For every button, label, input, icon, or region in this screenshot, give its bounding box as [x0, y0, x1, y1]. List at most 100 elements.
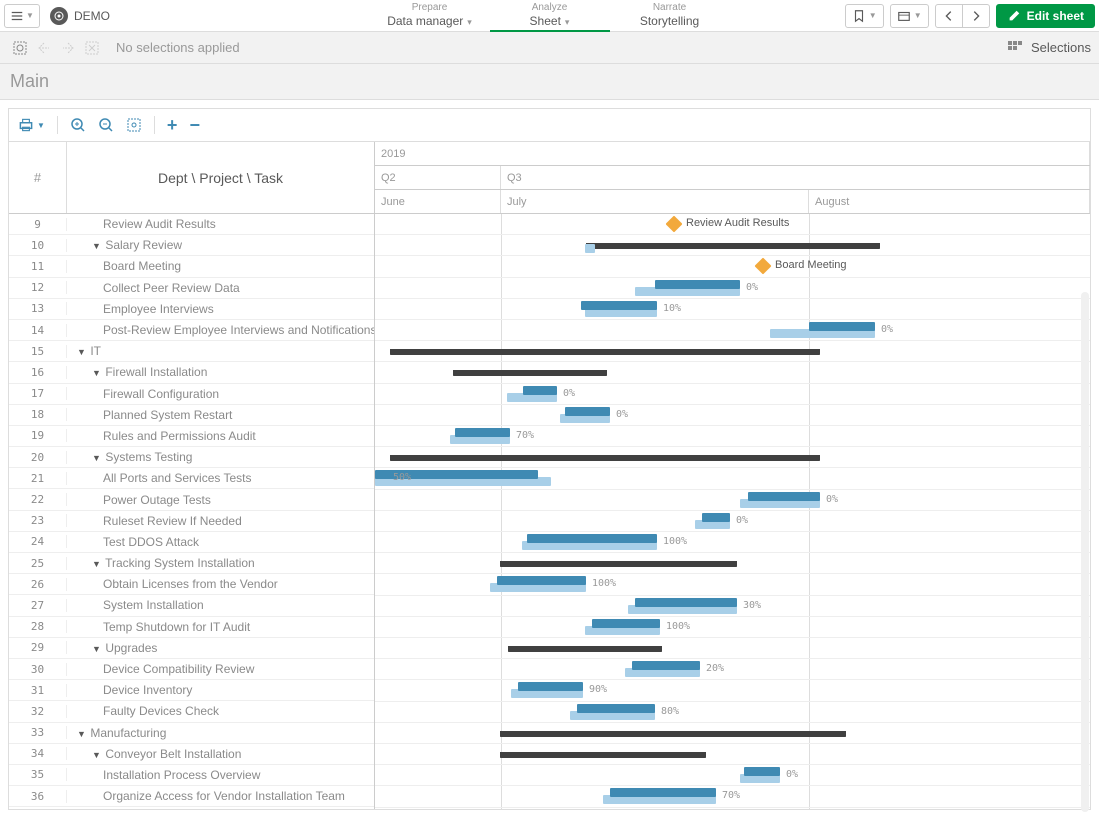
q2-header: Q2	[375, 166, 501, 189]
zoom-in-icon[interactable]	[70, 117, 86, 133]
caret-down-icon[interactable]: ▼	[92, 453, 102, 463]
gantt-chart: # Dept \ Project \ Task 9Review Audit Re…	[8, 142, 1091, 810]
table-row[interactable]: 24Test DDOS Attack	[9, 532, 374, 553]
table-row[interactable]: 27System Installation	[9, 595, 374, 616]
actual-bar[interactable]	[632, 661, 700, 670]
summary-bar[interactable]	[390, 349, 820, 355]
prev-sheet-button[interactable]	[935, 4, 963, 28]
table-row[interactable]: 17Firewall Configuration	[9, 384, 374, 405]
next-sheet-button[interactable]	[962, 4, 990, 28]
table-row[interactable]: 15▼ IT	[9, 341, 374, 362]
table-row[interactable]: 12Collect Peer Review Data	[9, 278, 374, 299]
actual-bar[interactable]	[565, 407, 610, 416]
zoom-out-icon[interactable]	[98, 117, 114, 133]
table-row[interactable]: 34▼ Conveyor Belt Installation	[9, 744, 374, 765]
table-row[interactable]: 31Device Inventory	[9, 680, 374, 701]
progress-label: 0%	[563, 388, 575, 399]
actual-bar[interactable]	[518, 682, 583, 691]
actual-bar[interactable]	[527, 534, 657, 543]
actual-bar[interactable]	[577, 704, 655, 713]
edit-sheet-button[interactable]: Edit sheet	[996, 4, 1095, 28]
caret-down-icon[interactable]: ▼	[77, 729, 87, 739]
actual-bar[interactable]	[702, 513, 730, 522]
table-row[interactable]: 18Planned System Restart	[9, 405, 374, 426]
summary-bar[interactable]	[500, 731, 846, 737]
table-row[interactable]: 14Post-Review Employee Interviews and No…	[9, 320, 374, 341]
actual-bar[interactable]	[655, 280, 740, 289]
plan-bar[interactable]	[585, 244, 595, 253]
progress-label: 10%	[663, 303, 681, 314]
table-row[interactable]: 16▼ Firewall Installation	[9, 362, 374, 383]
menu-button[interactable]: ▼	[4, 4, 40, 28]
table-row[interactable]: 13Employee Interviews	[9, 299, 374, 320]
actual-bar[interactable]	[635, 598, 737, 607]
actual-bar[interactable]	[809, 322, 875, 331]
table-row[interactable]: 21All Ports and Services Tests	[9, 468, 374, 489]
nav-narrate[interactable]: Narrate Storytelling	[610, 0, 730, 32]
right-tools: ▼ ▼ Edit sheet	[845, 4, 1095, 28]
table-row[interactable]: 36Organize Access for Vendor Installatio…	[9, 786, 374, 807]
month-june: June	[375, 190, 501, 213]
caret-down-icon[interactable]: ▼	[92, 559, 102, 569]
table-row[interactable]: 20▼ Systems Testing	[9, 447, 374, 468]
step-forward-icon[interactable]	[56, 36, 80, 60]
progress-label: 20%	[706, 663, 724, 674]
table-row[interactable]: 30Device Compatibility Review	[9, 659, 374, 680]
caret-down-icon[interactable]: ▼	[92, 644, 102, 654]
actual-bar[interactable]	[592, 619, 660, 628]
scrollbar[interactable]	[1081, 292, 1089, 812]
selections-tool[interactable]: Selections	[1007, 40, 1091, 56]
progress-label: 0%	[736, 515, 748, 526]
table-row[interactable]: 32Faulty Devices Check	[9, 701, 374, 722]
actual-bar[interactable]	[523, 386, 557, 395]
actual-bar[interactable]	[497, 576, 586, 585]
collapse-all-icon[interactable]: −	[189, 115, 200, 136]
summary-bar[interactable]	[453, 370, 607, 376]
table-row[interactable]: 19Rules and Permissions Audit	[9, 426, 374, 447]
progress-label: 0%	[881, 324, 893, 335]
summary-bar[interactable]	[390, 455, 820, 461]
month-august: August	[809, 190, 1090, 213]
table-row[interactable]: 29▼ Upgrades	[9, 638, 374, 659]
bookmark-button[interactable]: ▼	[845, 4, 884, 28]
nav-analyze[interactable]: Analyze Sheet▾	[490, 0, 610, 32]
caret-down-icon[interactable]: ▼	[92, 368, 102, 378]
actual-bar[interactable]	[610, 788, 716, 797]
progress-label: 70%	[516, 430, 534, 441]
col-num-header: #	[9, 142, 67, 213]
summary-bar[interactable]	[500, 752, 706, 758]
title-bar: Main	[0, 64, 1099, 100]
actual-bar[interactable]	[744, 767, 780, 776]
fit-icon[interactable]	[126, 117, 142, 133]
table-row[interactable]: 33▼ Manufacturing	[9, 723, 374, 744]
table-row[interactable]: 26Obtain Licenses from the Vendor	[9, 574, 374, 595]
expand-all-icon[interactable]: +	[167, 115, 178, 136]
progress-label: 100%	[592, 578, 616, 589]
summary-bar[interactable]	[508, 646, 662, 652]
smart-search-icon[interactable]	[8, 36, 32, 60]
table-row[interactable]: 23Ruleset Review If Needed	[9, 511, 374, 532]
col-name-header: Dept \ Project \ Task	[67, 142, 374, 213]
summary-bar[interactable]	[500, 561, 737, 567]
table-row[interactable]: 28Temp Shutdown for IT Audit	[9, 617, 374, 638]
step-back-icon[interactable]	[32, 36, 56, 60]
app-icon	[50, 7, 68, 25]
table-row[interactable]: 25▼ Tracking System Installation	[9, 553, 374, 574]
actual-bar[interactable]	[748, 492, 820, 501]
table-row[interactable]: 10▼ Salary Review	[9, 235, 374, 256]
actual-bar[interactable]	[455, 428, 510, 437]
progress-label: 50%	[393, 472, 411, 483]
summary-bar[interactable]	[586, 243, 880, 249]
caret-down-icon[interactable]: ▼	[92, 750, 102, 760]
table-row[interactable]: 11Board Meeting	[9, 256, 374, 277]
clear-selections-icon[interactable]	[80, 36, 104, 60]
table-row[interactable]: 9Review Audit Results	[9, 214, 374, 235]
actual-bar[interactable]	[581, 301, 657, 310]
sheets-button[interactable]: ▼	[890, 4, 929, 28]
table-row[interactable]: 22Power Outage Tests	[9, 489, 374, 510]
print-icon[interactable]: ▼	[17, 116, 45, 134]
caret-down-icon[interactable]: ▼	[77, 347, 87, 357]
table-row[interactable]: 35Installation Process Overview	[9, 765, 374, 786]
nav-prepare[interactable]: Prepare Data manager▾	[370, 0, 490, 32]
caret-down-icon[interactable]: ▼	[92, 241, 102, 251]
